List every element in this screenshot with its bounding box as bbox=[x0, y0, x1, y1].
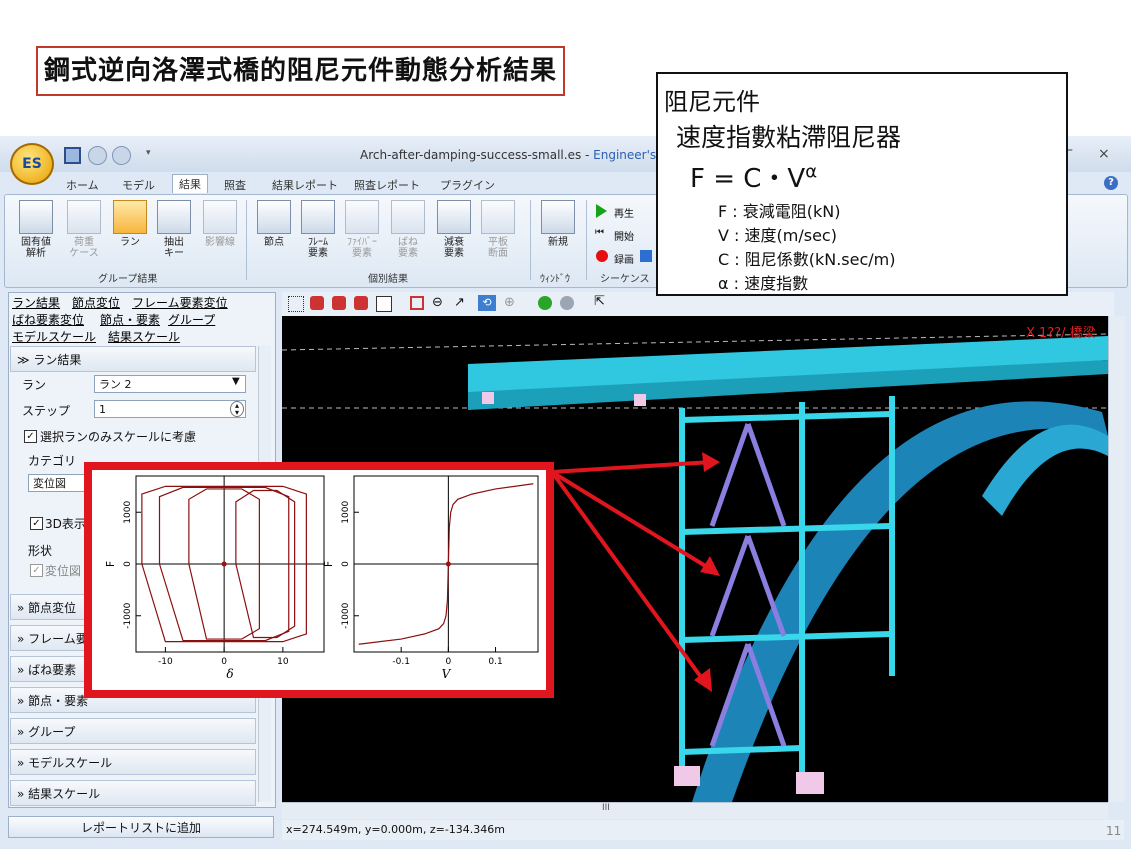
arrow-head bbox=[702, 452, 720, 472]
y-axis-label: F bbox=[322, 561, 335, 567]
def-exponent: α : 速度指數 bbox=[718, 274, 809, 293]
x-axis-label: V bbox=[442, 667, 452, 681]
def-force: F : 衰減電阻(kN) bbox=[718, 202, 841, 221]
damper-callout: 阻尼元件 速度指數粘滯阻尼器 F = C・Vα F : 衰減電阻(kN) V :… bbox=[656, 72, 1068, 296]
x-tick-label: 0.1 bbox=[488, 657, 502, 667]
def-velocity: V : 速度(m/sec) bbox=[718, 226, 837, 245]
y-tick-label: 0 bbox=[341, 561, 351, 567]
formula-exponent: α bbox=[805, 161, 818, 183]
y-tick-label: -1000 bbox=[123, 602, 133, 628]
x-tick-label: 0 bbox=[445, 657, 451, 667]
arrow-line bbox=[551, 460, 713, 474]
hysteresis-plots: -10 0 10 -1000 0 1000 δ F -0.1 0 0.1 -1000 0 1000 V F bbox=[104, 475, 539, 681]
y-tick-label: 0 bbox=[123, 561, 133, 567]
damper-plots-inset: -10 0 10 -1000 0 1000 δ F -0.1 0 0.1 -1000 0 1000 V F bbox=[84, 462, 554, 698]
x-tick-label: -10 bbox=[158, 657, 173, 667]
origin-point bbox=[445, 561, 451, 567]
callout-title: 阻尼元件 bbox=[664, 88, 760, 116]
x-tick-label: 0 bbox=[221, 657, 227, 667]
y-axis-label: F bbox=[104, 561, 117, 567]
origin-point bbox=[221, 561, 227, 567]
x-axis-label: δ bbox=[226, 667, 233, 681]
x-tick-label: 10 bbox=[277, 657, 289, 667]
def-coefficient: C : 阻尼係數(kN.sec/m) bbox=[718, 250, 896, 269]
callout-subtitle: 速度指數粘滯阻尼器 bbox=[676, 123, 902, 152]
y-tick-label: -1000 bbox=[341, 602, 351, 628]
y-tick-label: 1000 bbox=[341, 501, 351, 524]
arrow-line bbox=[550, 470, 708, 686]
arrow-line bbox=[550, 470, 714, 572]
y-tick-label: 1000 bbox=[123, 501, 133, 524]
x-tick-label: -0.1 bbox=[392, 657, 410, 667]
damper-formula: F = C・Vα bbox=[690, 158, 817, 195]
formula-main: F = C・V bbox=[690, 164, 806, 194]
